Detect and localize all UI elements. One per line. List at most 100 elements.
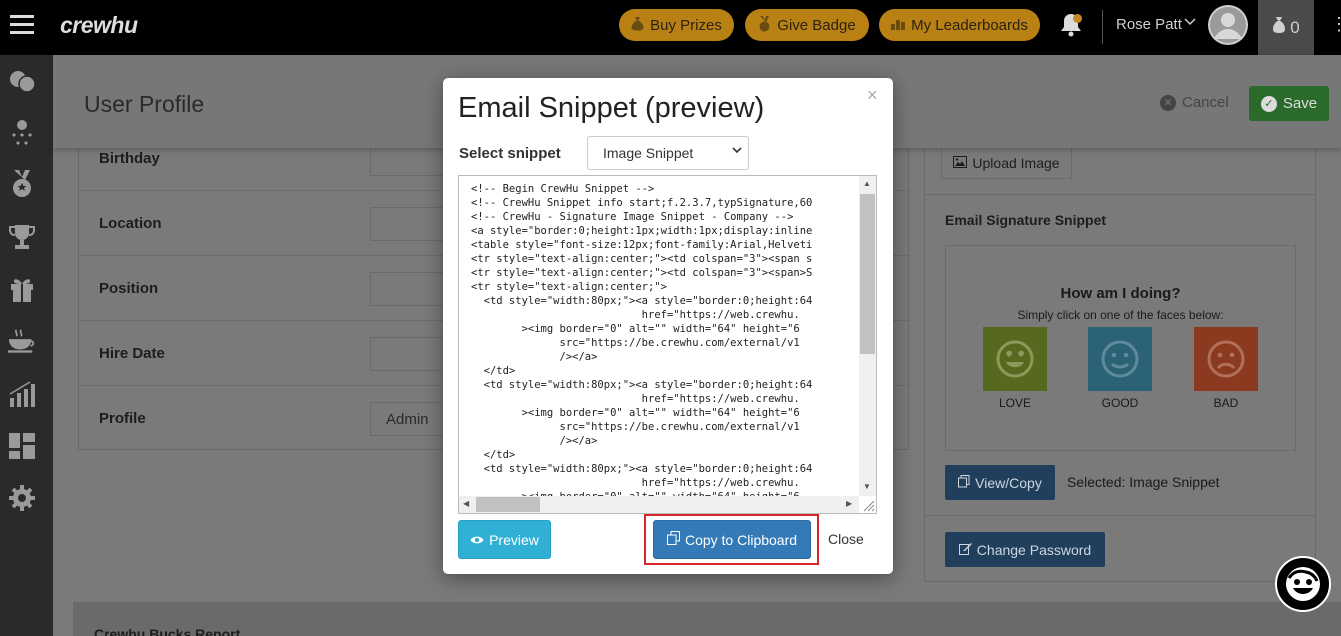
code-line: <td style="width:80px;"><a style="border… <box>471 379 813 391</box>
save-label: Save <box>1282 95 1318 112</box>
copy-to-clipboard-button[interactable]: Copy to Clipboard <box>653 520 811 559</box>
copy-icon <box>958 474 970 491</box>
cancel-label: Cancel <box>1182 94 1229 111</box>
code-line: <td style="width:80px;"><a style="border… <box>471 295 813 307</box>
hire-date-label: Hire Date <box>99 345 165 362</box>
chat-mascot-icon[interactable] <box>1275 556 1331 612</box>
code-line: src="https://be.crewhu.com/external/v1 <box>471 337 800 349</box>
medal-icon[interactable] <box>8 170 36 198</box>
money-bag-icon <box>1272 16 1286 39</box>
upload-image-label: Upload Image <box>972 154 1060 171</box>
vertical-scrollbar[interactable]: ▲ ▼ <box>859 176 876 496</box>
resize-handle-icon[interactable] <box>861 498 875 512</box>
edit-icon <box>958 542 972 558</box>
my-leaderboards-label: My Leaderboards <box>911 16 1028 34</box>
give-badge-label: Give Badge <box>777 16 856 34</box>
faces-icon[interactable] <box>8 67 36 95</box>
view-copy-label: View/Copy <box>975 474 1042 491</box>
snippet-select[interactable]: Image Snippet <box>587 136 749 170</box>
scroll-down-icon[interactable]: ▼ <box>863 482 871 491</box>
horizontal-scrollbar[interactable]: ◀ ▶ <box>459 496 859 513</box>
check-icon: ✓ <box>1260 95 1277 112</box>
gear-icon[interactable] <box>8 484 36 512</box>
dashboard-icon[interactable] <box>8 432 36 460</box>
bad-label: BAD <box>1213 396 1239 410</box>
change-password-label: Change Password <box>976 541 1092 558</box>
code-line: src="https://be.crewhu.com/external/v1 <box>471 421 800 433</box>
bad-face-icon[interactable] <box>1194 327 1258 391</box>
close-icon[interactable]: × <box>867 85 878 106</box>
view-copy-button[interactable]: View/Copy <box>945 465 1055 500</box>
code-line: <tr style="text-align:center;"> <box>471 281 667 293</box>
chevron-down-icon[interactable] <box>1183 15 1197 32</box>
code-line: <!-- CrewHu - Signature Image Snippet - … <box>471 211 794 223</box>
scroll-up-icon[interactable]: ▲ <box>863 179 871 188</box>
gift-icon[interactable] <box>8 275 36 303</box>
scrollbar-thumb[interactable] <box>476 497 540 512</box>
scrollbar-thumb[interactable] <box>860 194 875 354</box>
signature-subheading: Simply click on one of the faces below: <box>1017 308 1224 322</box>
copy-icon <box>666 531 680 548</box>
code-line: ><img border="0" alt="" width="64" heigh… <box>471 323 800 335</box>
app-logo[interactable]: crewhu <box>60 12 138 39</box>
modal-title: Email Snippet (preview) <box>458 92 765 124</box>
close-button[interactable]: Close <box>828 531 864 547</box>
scroll-left-icon[interactable]: ◀ <box>463 499 469 508</box>
code-line: <!-- CrewHu Snippet info start;f.2.3.7,t… <box>471 197 813 209</box>
bucks-report-section: Crewhu Bucks Report <box>73 602 1341 636</box>
upload-image-button[interactable]: Upload Image <box>941 146 1072 179</box>
email-snippet-modal: × Email Snippet (preview) Select snippet… <box>443 78 893 574</box>
bucks-balance[interactable]: 0 <box>1258 0 1314 55</box>
more-icon[interactable]: ⋮ <box>1330 14 1341 35</box>
code-line: /></a> <box>471 351 598 363</box>
bar-chart-icon[interactable] <box>8 380 36 408</box>
code-line: <td style="width:80px;"><a style="border… <box>471 463 813 475</box>
code-line: <tr style="text-align:center;"><td colsp… <box>471 267 813 279</box>
code-line: </td> <box>471 449 516 461</box>
trophy-icon[interactable] <box>8 223 36 251</box>
user-name[interactable]: Rose Patt <box>1116 16 1182 33</box>
code-line: /></a> <box>471 435 598 447</box>
buy-prizes-label: Buy Prizes <box>650 16 722 34</box>
love-face-icon[interactable] <box>983 327 1047 391</box>
change-password-button[interactable]: Change Password <box>945 532 1105 567</box>
good-label: GOOD <box>1101 396 1139 410</box>
notification-dot <box>1073 14 1082 23</box>
save-button[interactable]: ✓ Save <box>1249 86 1329 121</box>
copy-to-clipboard-label: Copy to Clipboard <box>684 531 798 548</box>
snippet-code-textarea[interactable]: <!-- Begin CrewHu Snippet --> <!-- CrewHu… <box>458 175 877 514</box>
good-face-icon[interactable] <box>1088 327 1152 391</box>
code-line: <tr style="text-align:center;"><td colsp… <box>471 253 813 265</box>
cancel-button[interactable]: ✕ Cancel <box>1160 94 1229 111</box>
sidebar <box>0 55 53 636</box>
my-leaderboards-button[interactable]: My Leaderboards <box>879 9 1040 41</box>
love-label: LOVE <box>998 396 1031 410</box>
code-line: <!-- Begin CrewHu Snippet --> <box>471 183 655 195</box>
code-line: ><img border="0" alt="" width="64" heigh… <box>471 407 800 419</box>
code-line: <a style="border:0;height:1px;width:1px;… <box>471 225 813 237</box>
page-title: User Profile <box>84 91 205 117</box>
avatar[interactable] <box>1208 5 1248 45</box>
give-badge-button[interactable]: Give Badge <box>745 9 869 41</box>
snippet-code: <!-- Begin CrewHu Snippet --> <!-- CrewHu… <box>471 182 847 504</box>
code-line: <table style="font-size:12px;font-family… <box>471 239 813 251</box>
signature-panel: Upload Image Email Signature Snippet How… <box>924 140 1316 582</box>
location-label: Location <box>99 215 162 232</box>
profile-label: Profile <box>99 410 146 427</box>
chevron-down-icon <box>732 144 742 158</box>
preview-label: Preview <box>489 531 539 548</box>
buy-prizes-button[interactable]: Buy Prizes <box>619 9 734 41</box>
scroll-right-icon[interactable]: ▶ <box>846 499 852 508</box>
divider <box>925 515 1315 516</box>
code-line: href="https://web.crewhu. <box>471 393 800 405</box>
code-line: href="https://web.crewhu. <box>471 477 800 489</box>
birthday-label: Birthday <box>99 150 160 167</box>
stars-award-icon[interactable] <box>8 119 36 147</box>
coffee-icon[interactable] <box>8 327 36 355</box>
divider <box>1102 10 1103 44</box>
image-icon <box>953 155 968 171</box>
medal-icon <box>758 15 771 35</box>
preview-button[interactable]: Preview <box>458 520 551 559</box>
code-line: </td> <box>471 365 516 377</box>
menu-icon[interactable] <box>10 15 34 35</box>
